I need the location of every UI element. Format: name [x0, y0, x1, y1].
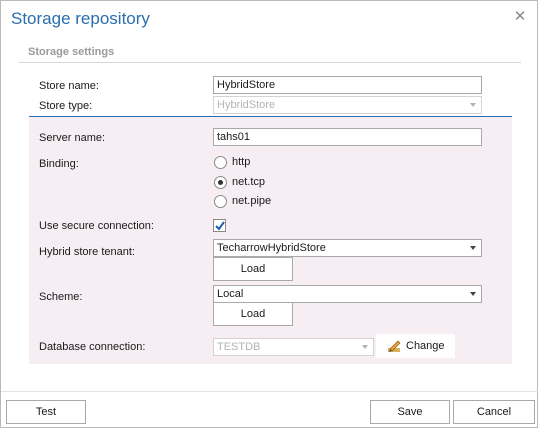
database-connection-select: TESTDB — [213, 338, 374, 356]
scheme-label: Scheme: — [39, 291, 83, 303]
tenant-value: TecharrowHybridStore — [217, 242, 326, 254]
footer-divider — [1, 391, 538, 392]
server-name-label: Server name: — [39, 132, 106, 144]
database-connection-value: TESTDB — [217, 341, 261, 353]
binding-option-http[interactable]: http — [214, 155, 250, 169]
tenant-label: Hybrid store tenant: — [39, 246, 135, 258]
scheme-value: Local — [217, 288, 244, 300]
chevron-down-icon — [470, 103, 476, 107]
store-type-value: HybridStore — [217, 99, 276, 111]
binding-option-net-pipe[interactable]: net.pipe — [214, 194, 271, 208]
scheme-load-button[interactable]: Load — [213, 302, 293, 326]
radio-net-tcp[interactable] — [214, 175, 227, 189]
scheme-select[interactable]: Local — [213, 285, 482, 303]
tenant-select[interactable]: TecharrowHybridStore — [213, 239, 482, 257]
store-type-label: Store type: — [39, 100, 93, 112]
store-name-label: Store name: — [39, 80, 99, 92]
binding-label: Binding: — [39, 158, 79, 170]
cancel-button[interactable]: Cancel — [453, 400, 535, 424]
chevron-down-icon — [362, 345, 368, 349]
close-icon[interactable]: ✕ — [513, 9, 527, 24]
binding-option-net-tcp[interactable]: net.tcp — [214, 175, 265, 189]
server-name-input[interactable]: tahs01 — [213, 128, 482, 146]
tenant-load-button[interactable]: Load — [213, 257, 293, 281]
change-database-button[interactable]: Change — [376, 334, 455, 358]
pencil-icon — [388, 340, 401, 352]
database-connection-label: Database connection: — [39, 341, 146, 353]
chevron-down-icon — [470, 246, 476, 250]
store-name-input[interactable]: HybridStore — [213, 76, 482, 94]
radio-http[interactable] — [214, 155, 227, 169]
chevron-down-icon — [470, 292, 476, 296]
store-type-select: HybridStore — [213, 96, 482, 114]
radio-label-http: http — [232, 156, 251, 168]
secure-connection-checkbox[interactable] — [213, 219, 226, 232]
section-divider — [19, 62, 521, 63]
save-button[interactable]: Save — [370, 400, 450, 424]
test-button[interactable]: Test — [6, 400, 86, 424]
change-button-label: Change — [406, 340, 445, 352]
dialog-title: Storage repository — [11, 9, 150, 28]
section-title: Storage settings — [28, 46, 115, 58]
storage-repository-dialog: Storage repository ✕ Storage settings St… — [0, 0, 538, 428]
checkmark-icon — [215, 221, 225, 231]
radio-net-pipe[interactable] — [214, 194, 227, 208]
secure-connection-label: Use secure connection: — [39, 220, 154, 232]
radio-label-net-pipe: net.pipe — [232, 195, 272, 207]
radio-label-net-tcp: net.tcp — [232, 176, 266, 188]
